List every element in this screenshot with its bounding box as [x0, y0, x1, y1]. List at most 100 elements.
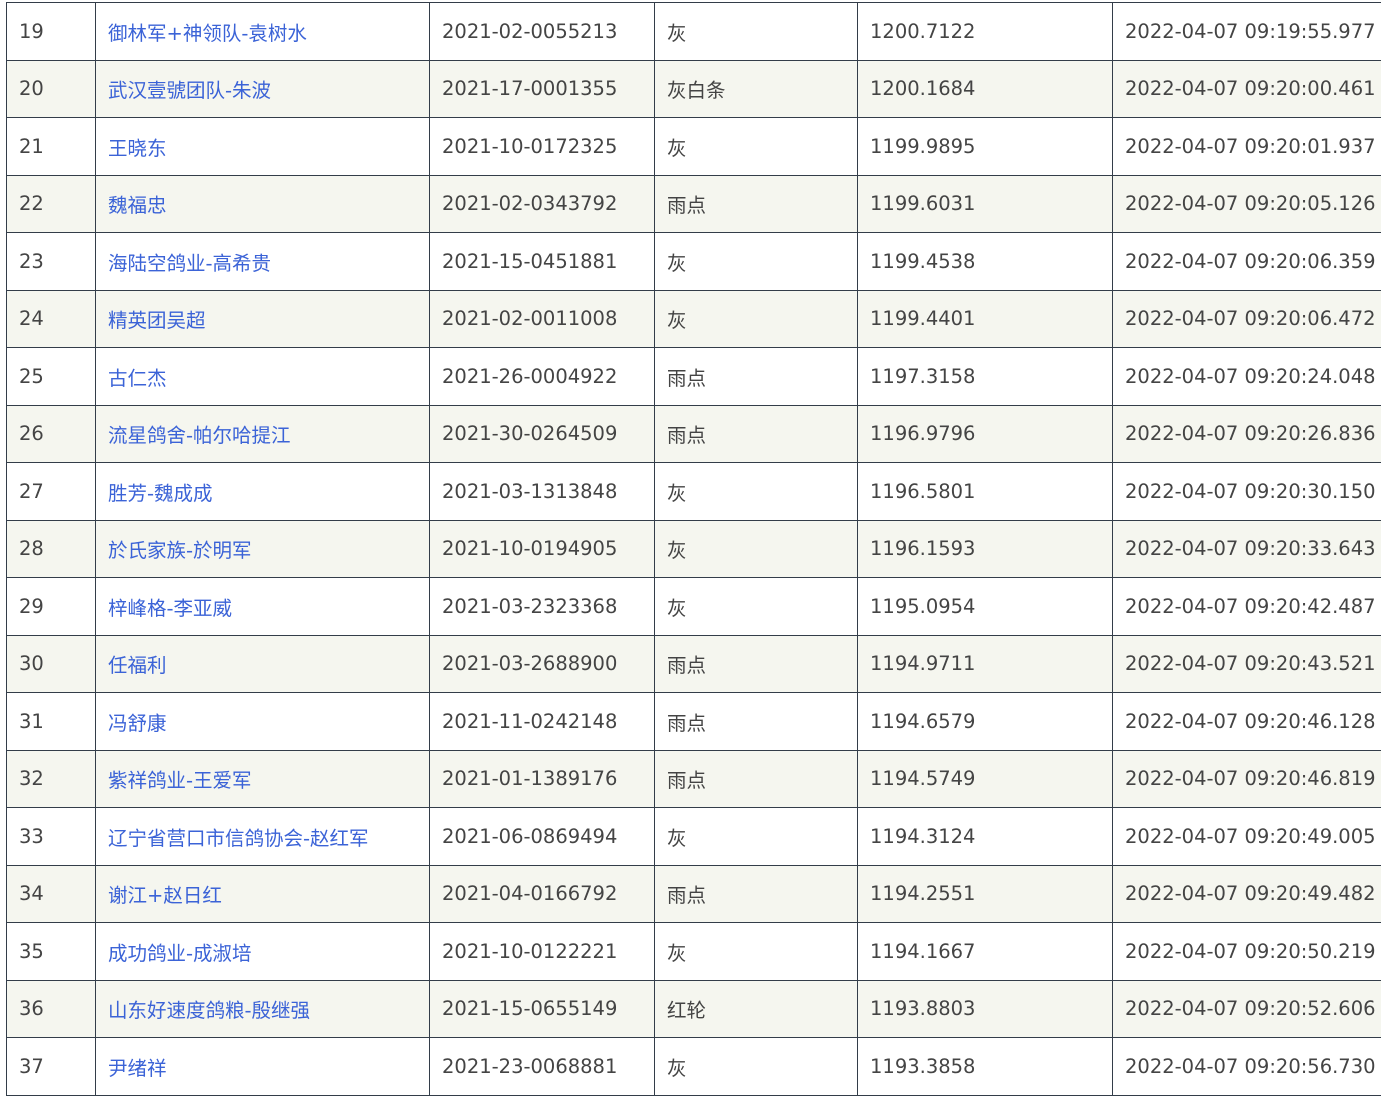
arrival-time-cell: 2022-04-07 09:20:06.359	[1112, 232, 1381, 291]
table-row: 30 任福利 2021-03-2688900 雨点 1194.9711 2022…	[6, 634, 1381, 693]
fancier-name-link[interactable]: 谢江+赵日红	[108, 884, 222, 907]
rank-cell: 30	[6, 634, 96, 693]
arrival-time-cell: 2022-04-07 09:20:43.521	[1112, 634, 1381, 693]
fancier-name-link[interactable]: 王晓东	[108, 137, 167, 160]
rank-cell: 32	[6, 749, 96, 808]
ring-number-cell: 2021-06-0869494	[429, 807, 655, 866]
name-cell: 御林军+神领队-袁树水	[95, 2, 430, 61]
fancier-name-link[interactable]: 御林军+神领队-袁树水	[108, 22, 307, 45]
fancier-name-link[interactable]: 海陆空鸽业-高希贵	[108, 252, 271, 275]
table-row: 34 谢江+赵日红 2021-04-0166792 雨点 1194.2551 2…	[6, 864, 1381, 923]
name-cell: 胜芳-魏成成	[95, 462, 430, 521]
rank-cell: 28	[6, 519, 96, 578]
ring-number-cell: 2021-23-0068881	[429, 1037, 655, 1096]
ring-number-cell: 2021-10-0172325	[429, 117, 655, 176]
name-cell: 於氏家族-於明军	[95, 519, 430, 578]
speed-cell: 1199.6031	[857, 174, 1113, 233]
feather-color-cell: 灰	[654, 462, 858, 521]
ring-number-cell: 2021-11-0242148	[429, 692, 655, 751]
ring-number-cell: 2021-15-0655149	[429, 979, 655, 1038]
fancier-name-link[interactable]: 梓峰格-李亚威	[108, 597, 232, 620]
table-row: 32 紫祥鸽业-王爱军 2021-01-1389176 雨点 1194.5749…	[6, 749, 1381, 808]
fancier-name-link[interactable]: 精英团吴超	[108, 309, 206, 332]
fancier-name-link[interactable]: 成功鸽业-成淑培	[108, 942, 252, 965]
fancier-name-link[interactable]: 魏福忠	[108, 194, 167, 217]
rank-cell: 35	[6, 922, 96, 981]
rank-cell: 27	[6, 462, 96, 521]
feather-color-cell: 灰	[654, 232, 858, 291]
speed-cell: 1195.0954	[857, 577, 1113, 636]
ring-number-cell: 2021-17-0001355	[429, 59, 655, 118]
arrival-time-cell: 2022-04-07 09:20:26.836	[1112, 404, 1381, 463]
rank-cell: 31	[6, 692, 96, 751]
feather-color-cell: 红轮	[654, 979, 858, 1038]
feather-color-cell: 雨点	[654, 749, 858, 808]
name-cell: 紫祥鸽业-王爱军	[95, 749, 430, 808]
rank-cell: 26	[6, 404, 96, 463]
feather-color-cell: 灰白条	[654, 59, 858, 118]
table-row: 24 精英团吴超 2021-02-0011008 灰 1199.4401 202…	[6, 289, 1381, 348]
rank-cell: 29	[6, 577, 96, 636]
speed-cell: 1193.8803	[857, 979, 1113, 1038]
speed-cell: 1197.3158	[857, 347, 1113, 406]
arrival-time-cell: 2022-04-07 09:20:49.482	[1112, 864, 1381, 923]
name-cell: 王晓东	[95, 117, 430, 176]
arrival-time-cell: 2022-04-07 09:20:00.461	[1112, 59, 1381, 118]
fancier-name-link[interactable]: 任福利	[108, 654, 167, 677]
name-cell: 魏福忠	[95, 174, 430, 233]
speed-cell: 1194.2551	[857, 864, 1113, 923]
arrival-time-cell: 2022-04-07 09:20:49.005	[1112, 807, 1381, 866]
fancier-name-link[interactable]: 於氏家族-於明军	[108, 539, 252, 562]
ring-number-cell: 2021-26-0004922	[429, 347, 655, 406]
ring-number-cell: 2021-15-0451881	[429, 232, 655, 291]
rank-cell: 20	[6, 59, 96, 118]
fancier-name-link[interactable]: 紫祥鸽业-王爱军	[108, 769, 252, 792]
arrival-time-cell: 2022-04-07 09:19:55.977	[1112, 2, 1381, 61]
fancier-name-link[interactable]: 冯舒康	[108, 712, 167, 735]
feather-color-cell: 灰	[654, 922, 858, 981]
arrival-time-cell: 2022-04-07 09:20:01.937	[1112, 117, 1381, 176]
speed-cell: 1200.7122	[857, 2, 1113, 61]
name-cell: 武汉壹號团队-朱波	[95, 59, 430, 118]
speed-cell: 1196.9796	[857, 404, 1113, 463]
table-row: 37 尹绪祥 2021-23-0068881 灰 1193.3858 2022-…	[6, 1037, 1381, 1096]
arrival-time-cell: 2022-04-07 09:20:56.730	[1112, 1037, 1381, 1096]
fancier-name-link[interactable]: 尹绪祥	[108, 1057, 167, 1080]
table-row: 23 海陆空鸽业-高希贵 2021-15-0451881 灰 1199.4538…	[6, 232, 1381, 291]
ring-number-cell: 2021-02-0343792	[429, 174, 655, 233]
arrival-time-cell: 2022-04-07 09:20:50.219	[1112, 922, 1381, 981]
fancier-name-link[interactable]: 辽宁省营口市信鸽协会-赵红军	[108, 827, 369, 850]
fancier-name-link[interactable]: 流星鸽舍-帕尔哈提江	[108, 424, 291, 447]
name-cell: 成功鸽业-成淑培	[95, 922, 430, 981]
ring-number-cell: 2021-03-2323368	[429, 577, 655, 636]
speed-cell: 1196.5801	[857, 462, 1113, 521]
arrival-time-cell: 2022-04-07 09:20:24.048	[1112, 347, 1381, 406]
rank-cell: 22	[6, 174, 96, 233]
speed-cell: 1196.1593	[857, 519, 1113, 578]
results-table-body: 19 御林军+神领队-袁树水 2021-02-0055213 灰 1200.71…	[6, 2, 1381, 1096]
ring-number-cell: 2021-03-2688900	[429, 634, 655, 693]
table-row: 31 冯舒康 2021-11-0242148 雨点 1194.6579 2022…	[6, 692, 1381, 751]
fancier-name-link[interactable]: 武汉壹號团队-朱波	[108, 79, 271, 102]
speed-cell: 1194.6579	[857, 692, 1113, 751]
arrival-time-cell: 2022-04-07 09:20:06.472	[1112, 289, 1381, 348]
fancier-name-link[interactable]: 山东好速度鸽粮-殷继强	[108, 999, 310, 1022]
feather-color-cell: 灰	[654, 1037, 858, 1096]
fancier-name-link[interactable]: 胜芳-魏成成	[108, 482, 213, 505]
rank-cell: 23	[6, 232, 96, 291]
arrival-time-cell: 2022-04-07 09:20:05.126	[1112, 174, 1381, 233]
name-cell: 海陆空鸽业-高希贵	[95, 232, 430, 291]
feather-color-cell: 雨点	[654, 174, 858, 233]
feather-color-cell: 雨点	[654, 404, 858, 463]
rank-cell: 19	[6, 2, 96, 61]
name-cell: 辽宁省营口市信鸽协会-赵红军	[95, 807, 430, 866]
table-row: 20 武汉壹號团队-朱波 2021-17-0001355 灰白条 1200.16…	[6, 59, 1381, 118]
speed-cell: 1194.9711	[857, 634, 1113, 693]
rank-cell: 33	[6, 807, 96, 866]
fancier-name-link[interactable]: 古仁杰	[108, 367, 167, 390]
arrival-time-cell: 2022-04-07 09:20:46.819	[1112, 749, 1381, 808]
table-row: 29 梓峰格-李亚威 2021-03-2323368 灰 1195.0954 2…	[6, 577, 1381, 636]
table-row: 36 山东好速度鸽粮-殷继强 2021-15-0655149 红轮 1193.8…	[6, 979, 1381, 1038]
name-cell: 冯舒康	[95, 692, 430, 751]
table-row: 28 於氏家族-於明军 2021-10-0194905 灰 1196.1593 …	[6, 519, 1381, 578]
